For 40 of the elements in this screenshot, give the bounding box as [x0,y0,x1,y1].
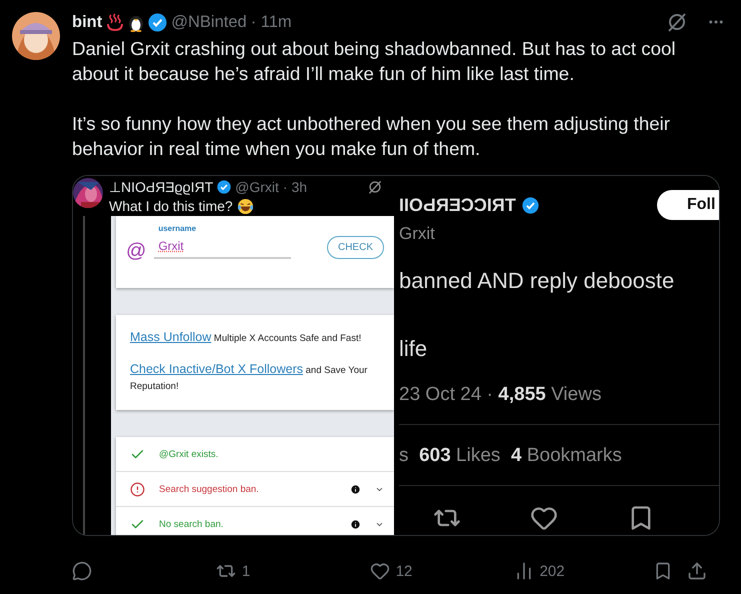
detail-handle: Grxit [399,224,436,244]
author-name[interactable]: bint [72,12,102,32]
reply-author-name[interactable]: ⊥NIOԀЯƎϱϱIЯT [109,178,214,196]
follow-button[interactable]: Foll [657,190,719,220]
author-handle[interactable]: @NBinted [171,12,247,32]
promo-text: Mass Unfollow Multiple X Accounts Safe and Fast! [130,329,362,346]
detail-text: life [399,336,428,362]
username-field[interactable]: Grxit [154,239,291,259]
heart-icon [370,561,390,582]
result-text: No search ban. [159,518,224,530]
retweet-button[interactable]: 1 [216,561,370,582]
check-button[interactable]: CHECK [326,236,384,259]
alert-icon [130,482,145,496]
slashed-circle-icon[interactable] [368,180,382,194]
share-icon [687,561,708,582]
field-label: username [158,224,198,233]
reply-time[interactable]: · 3h [282,178,308,196]
detail-author-name: IIOԀЯƎƆƆIЯT [399,194,516,216]
post-text: It’s so funny how they act unbothered when you see them adjusting their behavior in real time when you make fun of them. [72,112,672,161]
post-text: Daniel Grxit crashing out about being shadowbanned. But has to act cool about it because he’s afraid I’ll make fun of him like last time. [72,37,677,86]
detail-meta: 23 Oct 24 · 4,855 Views [399,384,602,406]
promo-text: Check Inactive/Bot X Followers and Save Your Reputation! [130,361,368,394]
result-text: @Grxit exists. [159,448,220,460]
detail-text: banned AND reply deboostе [399,268,676,294]
views-button[interactable]: 202 [514,561,653,582]
info-icon[interactable] [350,518,361,530]
info-icon[interactable] [350,484,361,494]
laughing-emoji-icon [236,198,254,214]
reply-handle[interactable]: @Grxit [235,178,279,196]
reply-text: What I do this time? [109,197,233,215]
slashed-circle-icon[interactable] [667,12,687,32]
detail-stats: s 603 Likes 4 Bookmarks [399,445,623,467]
at-sign: @ [126,240,146,263]
like-button[interactable]: 12 [370,561,514,582]
speech-bubble-icon [72,561,92,582]
promo-link[interactable]: Check Inactive/Bot X Followers [130,362,303,376]
result-text: Search suggestion ban. [159,484,260,494]
post-time[interactable]: · 11m [250,12,292,32]
promo-link[interactable]: Mass Unfollow [130,330,212,344]
hot-springs-icon [106,13,124,31]
